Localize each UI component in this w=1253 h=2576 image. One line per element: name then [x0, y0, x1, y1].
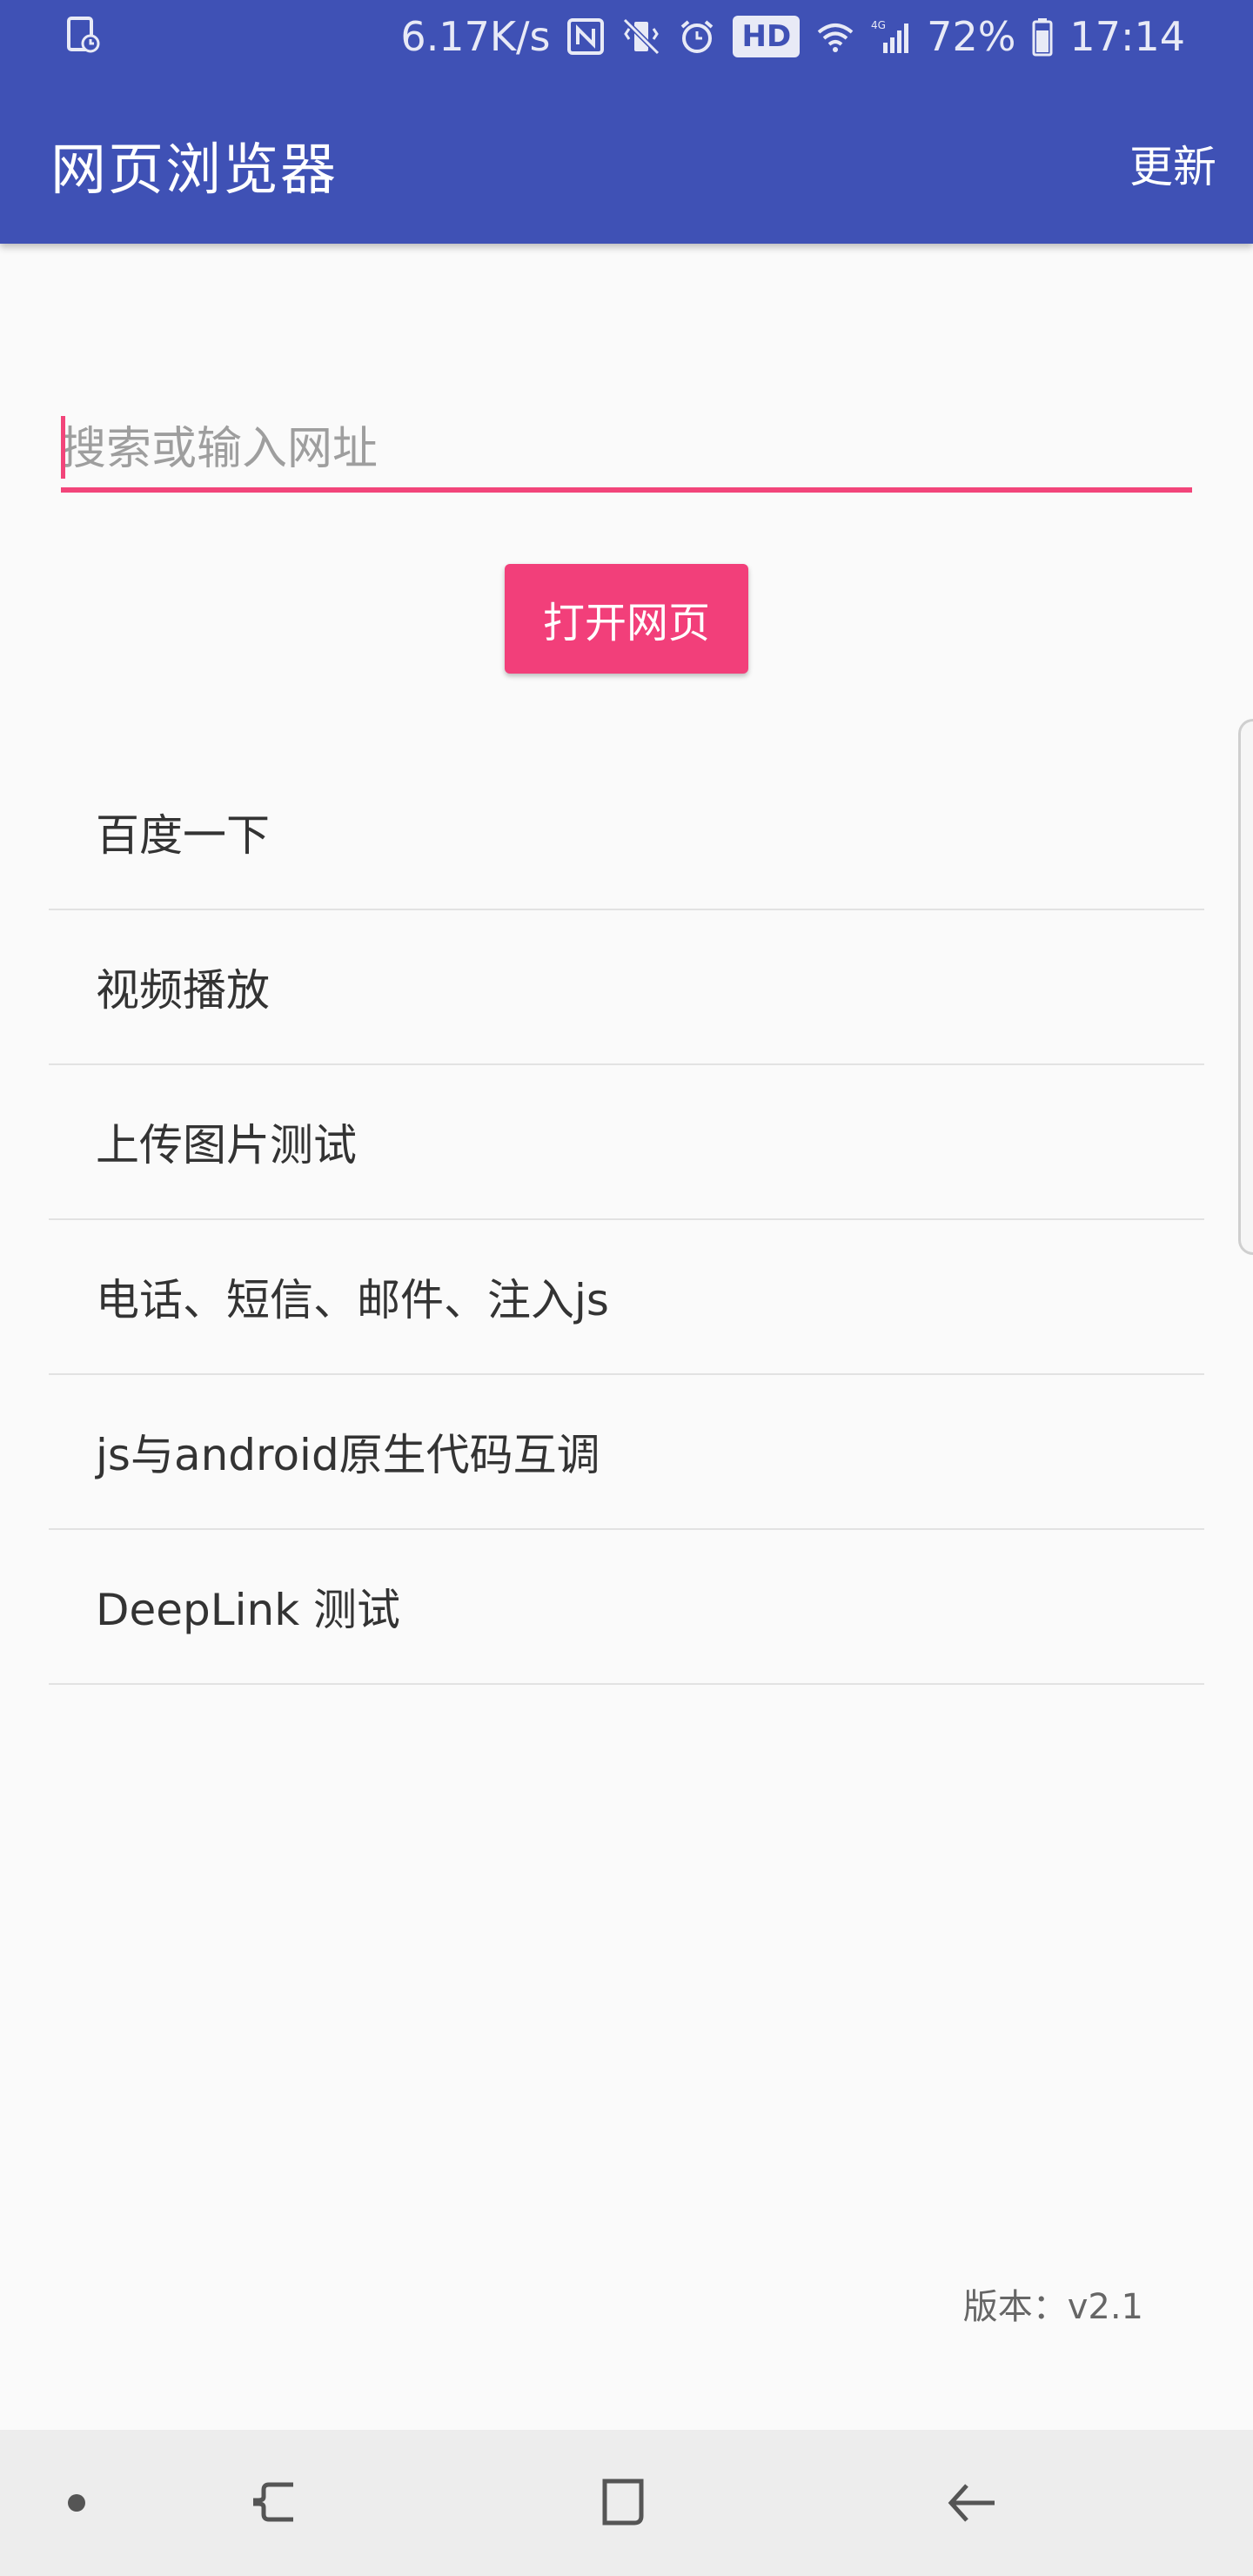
- edge-panel-handle[interactable]: [1238, 719, 1253, 1255]
- battery-percent: 72%: [927, 13, 1016, 60]
- list-item-js-android-bridge[interactable]: js与android原生代码互调: [49, 1375, 1204, 1530]
- list-item-baidu[interactable]: 百度一下: [49, 755, 1204, 910]
- cell-signal-icon: 4G: [871, 17, 911, 57]
- wifi-icon: [815, 17, 855, 57]
- screen-timer-icon: [66, 16, 101, 54]
- network-speed: 6.17K/s: [400, 13, 551, 60]
- status-bar: 6.17K/s HD 4G 72% 17:14: [0, 0, 1253, 77]
- search-underline: [61, 487, 1192, 493]
- alarm-icon: [677, 17, 717, 57]
- vibrate-icon: [621, 17, 661, 57]
- list-item-phone-sms-email-inject-js[interactable]: 电话、短信、邮件、注入js: [49, 1220, 1204, 1375]
- top-bar: 6.17K/s HD 4G 72% 17:14 网页浏览器 更新: [0, 0, 1253, 244]
- nfc-icon: [566, 17, 606, 57]
- open-page-button[interactable]: 打开网页: [505, 564, 748, 674]
- svg-text:4G: 4G: [871, 19, 886, 31]
- navigation-bar: [0, 2430, 1253, 2576]
- hd-icon: HD: [733, 16, 801, 57]
- dot-icon[interactable]: [7, 2430, 146, 2576]
- home-icon[interactable]: [553, 2430, 693, 2576]
- status-icons: 6.17K/s HD 4G 72% 17:14: [400, 9, 1185, 64]
- search-input[interactable]: [61, 409, 1192, 489]
- clock: 17:14: [1069, 13, 1185, 60]
- version-label: 版本：v2.1: [962, 2287, 1143, 2327]
- app-bar: 网页浏览器 更新: [0, 77, 1253, 244]
- battery-icon: [1031, 17, 1054, 57]
- list-item-deeplink-test[interactable]: DeepLink 测试: [49, 1530, 1204, 1685]
- search-field[interactable]: [61, 409, 1192, 493]
- update-button[interactable]: 更新: [1129, 132, 1216, 195]
- link-list: 百度一下 视频播放 上传图片测试 电话、短信、邮件、注入js js与androi…: [49, 755, 1204, 1685]
- back-icon[interactable]: [903, 2430, 1042, 2576]
- recent-apps-icon[interactable]: [204, 2430, 343, 2576]
- list-item-upload-image-test[interactable]: 上传图片测试: [49, 1065, 1204, 1220]
- text-cursor: [61, 416, 65, 479]
- page-title: 网页浏览器: [50, 138, 338, 203]
- list-item-video-playback[interactable]: 视频播放: [49, 910, 1204, 1065]
